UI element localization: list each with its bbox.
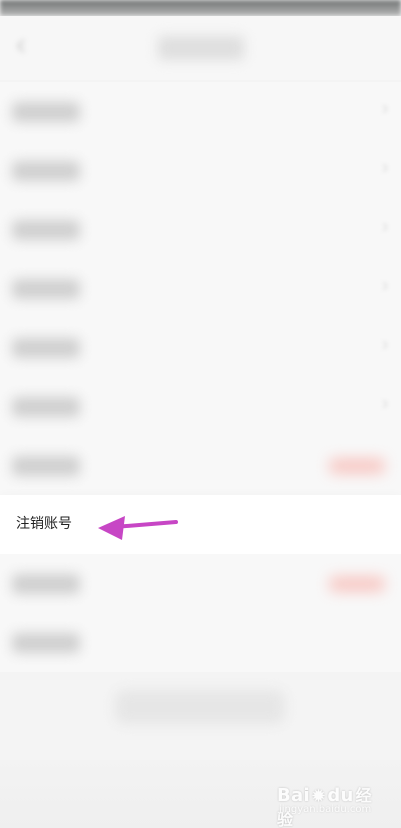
deregister-account-row[interactable]: 注销账号 <box>0 495 401 554</box>
navigation-bar <box>0 16 401 80</box>
settings-row-6[interactable] <box>0 377 401 436</box>
annotation-arrow-icon <box>98 516 178 540</box>
settings-row-3[interactable] <box>0 200 401 259</box>
settings-row-1[interactable] <box>0 82 401 141</box>
watermark-brand-main: Bai <box>277 785 310 806</box>
deregister-account-label: 注销账号 <box>16 516 72 532</box>
settings-row-9[interactable] <box>0 554 401 613</box>
settings-row-7[interactable] <box>0 436 401 495</box>
row-value-blurred <box>329 458 385 474</box>
logout-button-blurred[interactable] <box>115 690 285 724</box>
row-label-blurred <box>12 220 80 240</box>
settings-row-2[interactable] <box>0 141 401 200</box>
baidu-jingyan-watermark: Bai✹du 经验 jingyan.baidu.com <box>277 782 377 828</box>
row-label-blurred <box>12 574 80 594</box>
settings-row-5[interactable] <box>0 318 401 377</box>
chevron-right-icon <box>382 340 389 350</box>
chevron-right-icon <box>382 399 389 409</box>
status-bar <box>0 0 401 16</box>
settings-list: 注销账号 <box>0 82 401 672</box>
chevron-right-icon <box>382 163 389 173</box>
row-label-blurred <box>12 161 80 181</box>
row-value-blurred <box>329 576 385 592</box>
chevron-right-icon <box>382 104 389 114</box>
row-label-blurred <box>12 279 80 299</box>
watermark-brand-suffix: du <box>327 785 354 806</box>
back-icon[interactable] <box>14 38 30 54</box>
app-screen: 注销账号 Bai✹du 经验 jingyan.baidu.com <box>0 0 401 828</box>
settings-row-4[interactable] <box>0 259 401 318</box>
watermark-domain: jingyan.baidu.com <box>279 804 372 815</box>
row-label-blurred <box>12 456 80 476</box>
chevron-right-icon <box>382 281 389 291</box>
row-label-blurred <box>12 397 80 417</box>
row-label-blurred <box>12 633 80 653</box>
row-label-blurred <box>12 102 80 122</box>
chevron-right-icon <box>382 222 389 232</box>
row-label-blurred <box>12 338 80 358</box>
page-title-blurred <box>158 36 244 60</box>
settings-row-10[interactable] <box>0 613 401 672</box>
